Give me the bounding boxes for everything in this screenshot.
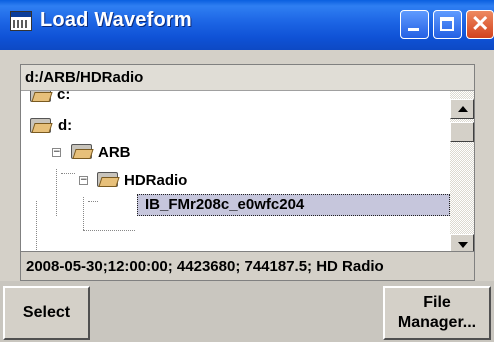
drive-icon <box>30 118 53 133</box>
selected-file-item[interactable]: IB_FMr208c_e0wfc204 <box>137 194 450 216</box>
window-title: Load Waveform <box>40 9 192 31</box>
folder-open-icon <box>97 172 120 187</box>
arrow-down-icon <box>458 242 468 248</box>
tree-item-label: c: <box>57 91 71 103</box>
maximize-button[interactable] <box>433 10 462 39</box>
tree-item-folder-arb[interactable]: − ARB <box>21 142 221 164</box>
file-manager-button[interactable]: File Manager... <box>383 286 491 340</box>
button-row: Select File Manager... <box>0 281 494 342</box>
scroll-up-button[interactable] <box>450 99 474 119</box>
vertical-scroll-thumb[interactable] <box>450 122 474 142</box>
select-button[interactable]: Select <box>3 286 90 340</box>
file-info-bar: 2008-05-30;12:00:00; 4423680; 744187.5; … <box>20 251 475 281</box>
tree-item-drive-d[interactable]: d: <box>21 115 221 137</box>
tree-item-label: d: <box>58 117 73 134</box>
tree-connector <box>83 230 135 231</box>
collapse-toggle[interactable]: − <box>52 148 61 157</box>
tree-item-folder-hdradio[interactable]: − HDRadio <box>21 170 271 192</box>
arrow-up-icon <box>458 106 468 112</box>
close-icon: ✕ <box>471 11 490 36</box>
current-path: d:/ARB/HDRadio <box>25 69 144 86</box>
title-bar: Load Waveform ✕ <box>0 0 494 50</box>
file-browser-panel: d:/ARB/HDRadio c: d: − ARB − HDRadio IB_… <box>20 64 475 281</box>
folder-open-icon <box>71 144 94 159</box>
waveform-app-icon <box>10 11 32 31</box>
minimize-button[interactable] <box>400 10 429 39</box>
maximize-icon <box>440 17 454 31</box>
file-manager-label-line2: Manager... <box>397 314 477 331</box>
minimize-icon <box>408 28 419 31</box>
directory-tree[interactable]: c: d: − ARB − HDRadio IB_FMr208c_e0wfc20… <box>21 91 450 254</box>
file-info-text: 2008-05-30;12:00:00; 4423680; 744187.5; … <box>26 258 384 275</box>
selected-file-label: IB_FMr208c_e0wfc204 <box>145 196 305 213</box>
tree-connector <box>36 201 37 254</box>
load-waveform-dialog: Load Waveform ✕ d:/ARB/HDRadio c: d: − A… <box>0 0 494 342</box>
tree-connector <box>83 197 84 230</box>
collapse-toggle[interactable]: − <box>79 176 88 185</box>
tree-item-label: HDRadio <box>124 172 188 189</box>
vertical-scrollbar[interactable] <box>450 91 474 254</box>
tree-item-label: ARB <box>98 144 131 161</box>
tree-connector <box>88 201 98 202</box>
tree-item-drive-c[interactable]: c: <box>21 91 221 113</box>
close-button[interactable]: ✕ <box>466 10 494 39</box>
drive-icon <box>30 91 53 102</box>
path-bar: d:/ARB/HDRadio <box>21 65 474 91</box>
file-manager-label-line1: File <box>423 294 451 311</box>
